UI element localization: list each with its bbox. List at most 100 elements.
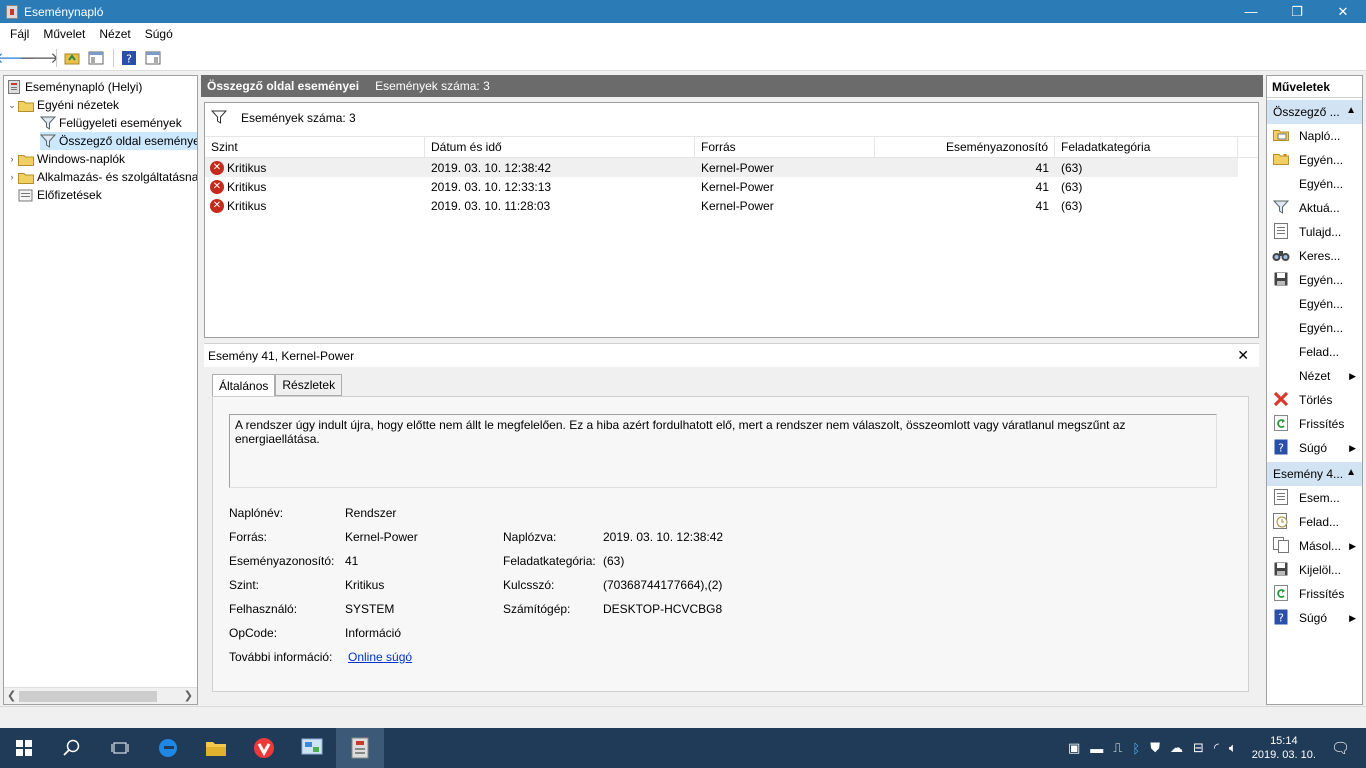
collapse-icon[interactable]: ▲ (1346, 105, 1356, 116)
vivaldi-browser-icon[interactable] (240, 728, 288, 768)
event-list: Események száma: 3 Szint Dátum és idő Fo… (204, 102, 1259, 338)
tree-item-event-viewer-local[interactable]: Eseménynapló (Helyi) (6, 78, 142, 96)
online-help-link[interactable]: Online súgó (348, 650, 412, 664)
start-button[interactable] (0, 728, 48, 768)
column-level[interactable]: Szint (205, 137, 425, 157)
label-more-info: További információ: (229, 650, 333, 664)
tree-item-application-service-logs[interactable]: › Alkalmazás- és szolgáltatásnaplók (6, 168, 198, 186)
column-date-time[interactable]: Dátum és idő (425, 137, 695, 157)
action-item[interactable]: Napló... (1267, 124, 1362, 148)
up-folder-icon[interactable] (61, 48, 83, 68)
label-keywords: Kulcsszó: (503, 578, 555, 592)
maximize-button[interactable]: ❐ (1274, 0, 1320, 23)
tray-monitor-icon[interactable]: ▬ (1090, 741, 1103, 756)
event-description[interactable]: A rendszer úgy indult újra, hogy előtte … (229, 414, 1217, 488)
table-row[interactable]: ✕ Kritikus 2019. 03. 10. 12:33:13 Kernel-… (205, 177, 1238, 196)
save-icon (1271, 562, 1291, 579)
action-item[interactable]: Egyén... (1267, 148, 1362, 172)
defender-shield-icon[interactable]: ⛊ (1150, 740, 1160, 756)
network-icon[interactable]: ⊟ (1193, 740, 1204, 756)
clock[interactable]: 15:14 2019. 03. 10. (1252, 734, 1316, 762)
show-hide-action-pane-icon[interactable] (142, 48, 164, 68)
action-item[interactable]: ? Súgó ▶ (1267, 436, 1362, 460)
actions-section-event[interactable]: Esemény 4... ▲ (1267, 462, 1362, 486)
action-item[interactable]: Felad... (1267, 340, 1362, 364)
menu-action[interactable]: Művelet (36, 27, 92, 41)
usb-device-icon[interactable]: ⎍ (1113, 740, 1122, 756)
action-item[interactable]: Keres... (1267, 244, 1362, 268)
show-hide-tree-icon[interactable] (85, 48, 107, 68)
value-task-category: (63) (603, 554, 625, 568)
label-level: Szint: (229, 578, 260, 592)
tree-item-subscriptions[interactable]: Előfizetések (18, 186, 102, 204)
action-item[interactable]: Frissítés (1267, 412, 1362, 436)
column-source[interactable]: Forrás (695, 137, 875, 157)
column-task-category[interactable]: Feladatkategória (1055, 137, 1238, 157)
svg-text:?: ? (1278, 611, 1284, 624)
control-panel-icon[interactable] (288, 728, 336, 768)
chevron-right-icon[interactable]: › (6, 154, 18, 164)
action-item[interactable]: Esem... (1267, 486, 1362, 510)
onedrive-cloud-icon[interactable]: ☁ (1170, 740, 1183, 756)
svg-text:?: ? (126, 52, 132, 65)
label-event-id: Eseményazonosító: (229, 554, 335, 568)
toolbar-separator (113, 48, 114, 67)
column-event-id[interactable]: Eseményazonosító (875, 137, 1055, 157)
menu-view[interactable]: Nézet (92, 27, 137, 41)
event-viewer-taskbar-icon[interactable] (336, 728, 384, 768)
help-icon[interactable]: ? (118, 48, 140, 68)
tree-horizontal-scrollbar[interactable]: ❮ ❯ (4, 687, 197, 704)
scroll-left-icon[interactable]: ❮ (7, 689, 16, 702)
general-tab-content: A rendszer úgy indult újra, hogy előtte … (212, 396, 1249, 692)
action-item[interactable]: Tulajd... (1267, 220, 1362, 244)
file-explorer-icon[interactable] (192, 728, 240, 768)
action-item[interactable]: Nézet ▶ (1267, 364, 1362, 388)
task-view-icon[interactable] (96, 728, 144, 768)
scrollbar-thumb[interactable] (19, 691, 157, 702)
help-icon: ? (1271, 439, 1291, 458)
tree-item-windows-logs[interactable]: › Windows-naplók (6, 150, 126, 168)
action-item[interactable]: ? Súgó ▶ (1267, 606, 1362, 630)
minimize-button[interactable]: — (1228, 0, 1274, 23)
volume-icon[interactable]: 🔈︎ (1229, 740, 1237, 756)
action-item[interactable]: Kijelöl... (1267, 558, 1362, 582)
close-button[interactable]: ✕ (1320, 0, 1366, 23)
tray-app-icon[interactable]: ▣ (1068, 740, 1080, 756)
scroll-right-icon[interactable]: ❯ (184, 689, 193, 702)
bluetooth-icon[interactable]: ᛒ (1132, 741, 1140, 756)
table-row[interactable]: ✕ Kritikus 2019. 03. 10. 11:28:03 Kernel-… (205, 196, 1238, 215)
actions-section-summary-view[interactable]: Összegző ... ▲ (1267, 100, 1362, 124)
menu-help[interactable]: Súgó (138, 27, 180, 41)
action-item[interactable]: Egyén... (1267, 268, 1362, 292)
action-label: Súgó (1299, 611, 1328, 625)
action-item[interactable]: Egyén... (1267, 172, 1362, 196)
task-icon (1271, 512, 1291, 532)
collapse-icon[interactable]: ▲ (1346, 467, 1356, 478)
tab-general[interactable]: Általános (212, 374, 276, 397)
close-icon[interactable]: ✕ (1237, 347, 1249, 364)
delete-icon (1271, 391, 1291, 410)
action-center-icon[interactable]: 🗨︎ (1331, 739, 1350, 757)
action-item[interactable]: Aktuá... (1267, 196, 1362, 220)
tree-item-summary-page-events[interactable]: Összegző oldal eseményei (40, 132, 197, 150)
wifi-icon[interactable]: ◜ (1214, 740, 1219, 756)
action-item[interactable]: Törlés (1267, 388, 1362, 412)
tree-item-administrative-events[interactable]: Felügyeleti események (40, 114, 182, 132)
chevron-right-icon[interactable]: › (6, 172, 18, 182)
menu-file[interactable]: Fájl (3, 27, 36, 41)
tab-details[interactable]: Részletek (275, 374, 343, 396)
tree-item-custom-views[interactable]: ⌄ Egyéni nézetek (6, 96, 119, 114)
forward-icon[interactable]: 🡒 (19, 48, 59, 68)
chevron-down-icon[interactable]: ⌄ (6, 100, 18, 111)
edge-browser-icon[interactable] (144, 728, 192, 768)
action-item[interactable]: Felad... (1267, 510, 1362, 534)
search-icon[interactable] (48, 728, 96, 768)
action-item[interactable]: Egyén... (1267, 316, 1362, 340)
table-row[interactable]: ✕ Kritikus 2019. 03. 10. 12:38:42 Kernel-… (205, 158, 1238, 177)
action-item[interactable]: Másol... ▶ (1267, 534, 1362, 558)
action-item[interactable]: Egyén... (1267, 292, 1362, 316)
action-item[interactable]: Frissítés (1267, 582, 1362, 606)
filter-icon (1271, 200, 1291, 217)
navigation-tree: Eseménynapló (Helyi) ⌄ Egyéni nézetek Fe… (3, 75, 198, 705)
menu-bar: Fájl Művelet Nézet Súgó (0, 23, 1366, 45)
